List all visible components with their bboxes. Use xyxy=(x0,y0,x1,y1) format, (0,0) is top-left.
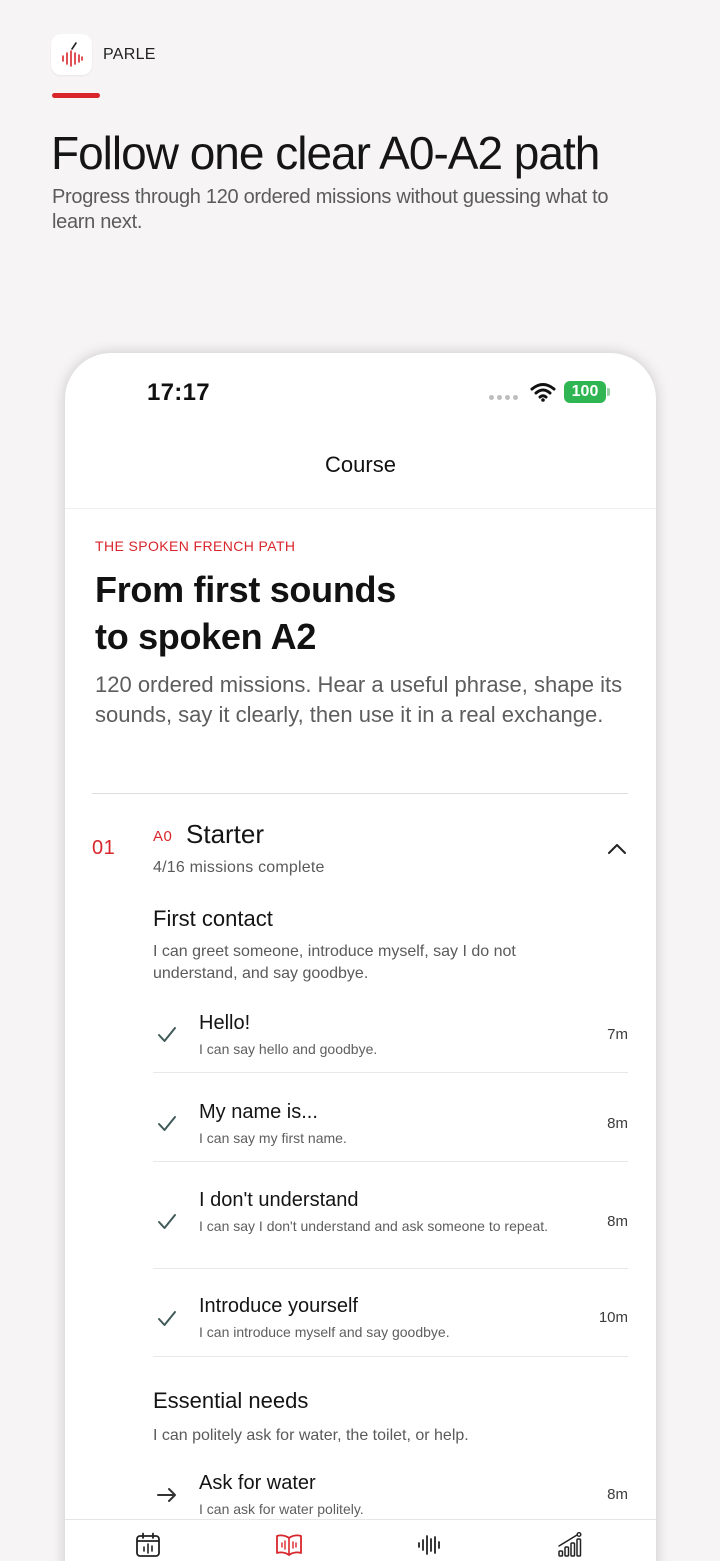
hero-title-line-1: From first sounds xyxy=(95,569,396,610)
mission-duration: 8m xyxy=(607,1486,628,1503)
promo-headline: Follow one clear A0-A2 path xyxy=(51,127,600,179)
mission-row[interactable]: I don't understand I can say I don't und… xyxy=(153,1180,628,1270)
mission-duration: 7m xyxy=(607,1026,628,1043)
arrow-right-icon xyxy=(155,1483,179,1507)
status-icons: 100 xyxy=(489,381,610,403)
tab-progress[interactable] xyxy=(555,1530,585,1560)
unit-progress: 4/16 missions complete xyxy=(153,859,325,876)
hero-title: From first sounds to spoken A2 xyxy=(95,566,396,660)
section-title: First contact xyxy=(153,906,273,931)
tab-today[interactable] xyxy=(133,1530,163,1560)
battery-icon: 100 xyxy=(564,381,610,403)
mission-duration: 10m xyxy=(598,1309,628,1326)
tab-course[interactable] xyxy=(274,1530,304,1560)
mission-duration: 8m xyxy=(607,1213,628,1230)
mission-row[interactable]: Introduce yourself I can introduce mysel… xyxy=(153,1286,628,1358)
cellular-dots-icon xyxy=(489,394,518,400)
checkmark-icon xyxy=(155,1307,179,1331)
section-description: I can politely ask for water, the toilet… xyxy=(153,1427,469,1444)
hero-eyebrow: THE SPOKEN FRENCH PATH xyxy=(95,538,296,554)
wifi-icon xyxy=(530,383,556,402)
calendar-icon xyxy=(136,1532,160,1557)
mission-row[interactable]: Hello! I can say hello and goodbye. 7m xyxy=(153,1003,628,1073)
unit-level: A0 xyxy=(153,828,173,845)
row-divider xyxy=(153,1072,628,1073)
battery-level: 100 xyxy=(571,383,599,400)
promo-subhead: Progress through 120 ordered missions wi… xyxy=(52,186,609,233)
mission-subtitle: I can say my first name. xyxy=(199,1130,347,1146)
mission-subtitle: I can say hello and goodbye. xyxy=(199,1041,378,1057)
progress-chart-icon xyxy=(558,1532,582,1557)
nav-divider xyxy=(65,508,656,509)
mission-subtitle: I can say I don't understand and ask som… xyxy=(199,1218,549,1234)
mission-title: My name is... xyxy=(199,1101,318,1123)
mission-title: Hello! xyxy=(199,1012,251,1034)
hero-title-line-2: to spoken A2 xyxy=(95,616,317,657)
tab-speak[interactable] xyxy=(415,1530,445,1560)
app-logo-icon xyxy=(51,34,92,75)
mission-row[interactable]: Ask for water I can ask for water polite… xyxy=(153,1463,628,1523)
mission-subtitle: I can introduce myself and say goodbye. xyxy=(199,1324,450,1340)
brand-underline xyxy=(52,93,100,98)
unit-title[interactable]: Starter xyxy=(186,819,264,850)
hero-divider xyxy=(92,793,628,794)
nav-title: Course xyxy=(325,452,396,477)
mission-title: I don't understand xyxy=(199,1189,359,1211)
mission-title: Ask for water xyxy=(199,1472,316,1494)
hero-description: 120 ordered missions. Hear a useful phra… xyxy=(95,672,623,727)
tab-bar xyxy=(65,1519,656,1561)
checkmark-icon xyxy=(155,1023,179,1047)
section-description: I can greet someone, introduce myself, s… xyxy=(153,943,516,982)
waveform-icon xyxy=(418,1535,440,1555)
section-title: Essential needs xyxy=(153,1388,309,1413)
checkmark-icon xyxy=(155,1210,179,1234)
phone-mockup: 17:17 100 Course THE SPOKEN FRENCH PATH … xyxy=(65,353,656,1561)
row-divider xyxy=(153,1268,628,1269)
brand: PARLE xyxy=(51,34,156,75)
mission-row[interactable]: My name is... I can say my first name. 8… xyxy=(153,1092,628,1162)
chevron-up-icon[interactable] xyxy=(605,837,629,861)
book-icon xyxy=(276,1534,302,1556)
brand-name: PARLE xyxy=(103,45,156,63)
mission-title: Introduce yourself xyxy=(199,1295,358,1317)
unit-number: 01 xyxy=(92,837,116,859)
row-divider xyxy=(153,1161,628,1162)
checkmark-icon xyxy=(155,1112,179,1136)
mission-duration: 8m xyxy=(607,1115,628,1132)
mission-subtitle: I can ask for water politely. xyxy=(199,1501,364,1517)
status-time: 17:17 xyxy=(147,379,210,406)
row-divider xyxy=(153,1356,628,1357)
